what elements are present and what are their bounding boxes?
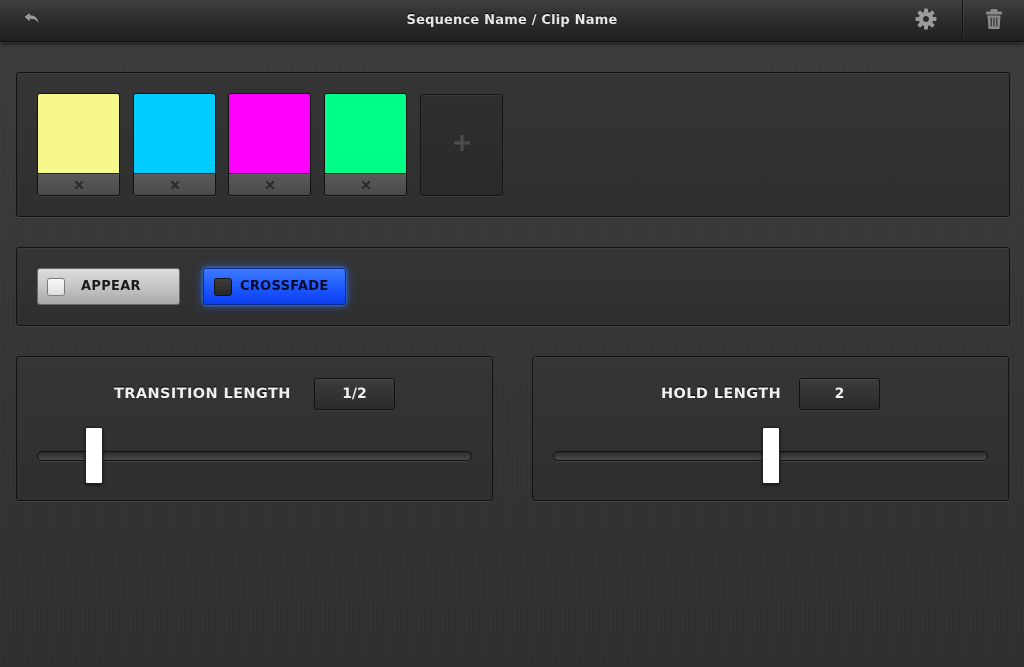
gear-icon: [914, 7, 938, 35]
transition-length-slider[interactable]: [37, 427, 472, 484]
remove-swatch-button[interactable]: [229, 173, 310, 195]
page-title: Sequence Name / Clip Name: [406, 13, 618, 28]
add-color-button[interactable]: [420, 94, 503, 196]
color-swatch[interactable]: [228, 93, 311, 196]
slider-thumb[interactable]: [761, 427, 780, 484]
swatch-color[interactable]: [325, 94, 406, 174]
plus-icon: [452, 133, 472, 157]
remove-swatch-button[interactable]: [38, 173, 119, 195]
trash-icon: [984, 8, 1004, 34]
appear-checkbox[interactable]: [47, 277, 65, 296]
swatch-color[interactable]: [134, 94, 215, 174]
close-icon: [265, 175, 275, 194]
color-swatch[interactable]: [324, 93, 407, 196]
color-swatch[interactable]: [133, 93, 216, 196]
remove-swatch-button[interactable]: [325, 173, 406, 195]
close-icon: [74, 175, 84, 194]
color-swatch[interactable]: [37, 93, 120, 196]
transition-length-label: TRANSITION LENGTH: [114, 386, 291, 402]
hold-length-value[interactable]: 2: [799, 378, 880, 410]
remove-swatch-button[interactable]: [134, 173, 215, 195]
crossfade-label: CROSSFADE: [240, 279, 329, 294]
crossfade-button[interactable]: CROSSFADE: [203, 268, 346, 305]
hold-length-label: HOLD LENGTH: [661, 386, 782, 402]
settings-button[interactable]: [902, 0, 950, 42]
colors-panel: [16, 72, 1010, 217]
hold-length-slider[interactable]: [553, 427, 988, 484]
appear-button[interactable]: APPEAR: [37, 268, 180, 305]
transition-length-value[interactable]: 1/2: [314, 378, 395, 410]
hold-length-panel: HOLD LENGTH 2: [532, 356, 1009, 501]
close-icon: [361, 175, 371, 194]
top-bar: Sequence Name / Clip Name: [0, 0, 1024, 42]
swatch-color[interactable]: [229, 94, 310, 174]
transition-mode-panel: APPEAR CROSSFADE: [16, 247, 1010, 326]
appear-label: APPEAR: [81, 279, 141, 294]
transition-length-panel: TRANSITION LENGTH 1/2: [16, 356, 493, 501]
swatch-color[interactable]: [38, 94, 119, 174]
delete-button[interactable]: [962, 0, 1024, 42]
crossfade-checkbox[interactable]: [214, 277, 232, 296]
close-icon: [170, 175, 180, 194]
slider-thumb[interactable]: [84, 427, 103, 484]
